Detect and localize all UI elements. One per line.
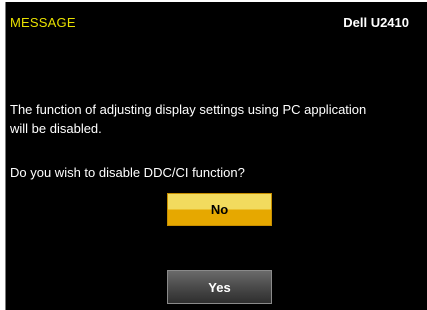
message-text: The function of adjusting display settin… [10,100,426,138]
message-line-2: will be disabled. [10,121,102,136]
osd-message-dialog: MESSAGE Dell U2410 The function of adjus… [5,2,427,310]
question-text: Do you wish to disable DDC/CI function? [10,165,245,180]
dialog-title: MESSAGE [10,15,76,30]
monitor-model: Dell U2410 [343,15,409,30]
yes-button[interactable]: Yes [167,270,272,304]
message-line-1: The function of adjusting display settin… [10,102,367,117]
no-button[interactable]: No [167,193,272,226]
